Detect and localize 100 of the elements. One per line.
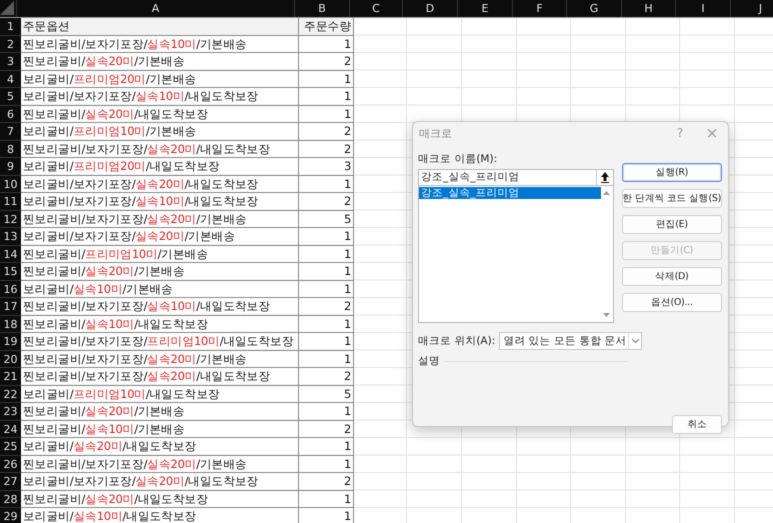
table-cell: 1 — [299, 36, 354, 53]
macro-name-field[interactable]: 강조_실속_프리미엄 — [418, 169, 614, 186]
table-cell: 찐보리굴비/실속20미/기본배송 — [21, 403, 299, 420]
dialog-button[interactable]: 실행(R) — [622, 163, 722, 182]
row-header[interactable]: 16 — [0, 280, 21, 298]
row-header[interactable]: 11 — [0, 193, 21, 210]
table-cell: 찐보리굴비/실속20미/내일도착보장 — [21, 490, 299, 508]
table-cell: 보리굴비/보자기포장/실속20미/내일도착보장 — [21, 473, 299, 490]
table-cell: 1 — [299, 403, 354, 420]
row-header[interactable]: 21 — [0, 368, 21, 386]
table-cell: 1 — [299, 228, 354, 246]
row-header[interactable]: 29 — [0, 508, 21, 523]
table-cell: 찐보리굴비/보자기포장/프리미엄10미/내일도착보장 — [21, 333, 299, 350]
table-cell: 2 — [299, 53, 354, 70]
table-cell: 1 — [299, 263, 354, 280]
table-cell: 2 — [299, 420, 354, 438]
table-header-cell: 주문옵션 — [21, 18, 299, 36]
row-header[interactable]: 17 — [0, 298, 21, 316]
row-header[interactable]: 2 — [0, 36, 21, 53]
row-header[interactable]: 6 — [0, 106, 21, 123]
table-cell: 보리굴비/프리미엄20미/내일도착보장 — [21, 158, 299, 176]
row-header[interactable]: 8 — [0, 140, 21, 158]
table-cell: 보리굴비/프리미엄20미/기본배송 — [21, 70, 299, 88]
table-cell: 3 — [299, 158, 354, 176]
table-cell: 찐보리굴비/보자기포장/실속10미/기본배송 — [21, 36, 299, 53]
dialog-button[interactable]: 삭제(D) — [622, 267, 722, 286]
scroll-down-icon[interactable] — [603, 313, 610, 317]
row-header[interactable]: 20 — [0, 350, 21, 368]
table-cell: 찐보리굴비/보자기포장/실속20미/기본배송 — [21, 350, 299, 368]
row-header[interactable]: 1 — [0, 18, 21, 36]
row-header[interactable]: 7 — [0, 123, 21, 140]
table-cell: 1 — [299, 438, 354, 456]
cancel-button[interactable]: 취소 — [672, 415, 722, 434]
table-cell: 찐보리굴비/보자기포장/실속20미/기본배송 — [21, 210, 299, 228]
table-cell: 찐보리굴비/실속10미/기본배송 — [21, 420, 299, 438]
row-header[interactable]: 5 — [0, 88, 21, 106]
table-cell: 5 — [299, 210, 354, 228]
row-header[interactable]: 13 — [0, 228, 21, 246]
column-header[interactable]: J — [731, 0, 773, 17]
table-cell: 1 — [299, 333, 354, 350]
scroll-up-icon[interactable] — [603, 191, 610, 195]
table-cell: 보리굴비/실속10미/내일도착보장 — [21, 508, 299, 523]
macro-location-dropdown[interactable]: 열려 있는 모든 통합 문서 — [499, 332, 642, 350]
row-header[interactable]: 10 — [0, 176, 21, 193]
row-header[interactable]: 27 — [0, 473, 21, 490]
table-cell: 찐보리굴비/보자기포장/실속10미/내일도착보장 — [21, 298, 299, 316]
table-cell: 2 — [299, 473, 354, 490]
row-header[interactable]: 24 — [0, 420, 21, 438]
table-cell: 2 — [299, 123, 354, 140]
chevron-down-icon — [632, 339, 639, 343]
macro-list-item[interactable]: 강조_실속_프리미엄 — [419, 187, 601, 199]
table-cell: 1 — [299, 508, 354, 523]
table-cell: 1 — [299, 70, 354, 88]
row-header[interactable]: 22 — [0, 386, 21, 403]
row-header[interactable]: 9 — [0, 158, 21, 176]
row-header[interactable]: 4 — [0, 70, 21, 88]
row-header[interactable]: 23 — [0, 403, 21, 420]
table-cell: 1 — [299, 280, 354, 298]
table-cell: 2 — [299, 298, 354, 316]
column-header[interactable]: D — [403, 0, 458, 17]
table-cell: 보리굴비/프리미엄10미/내일도착보장 — [21, 386, 299, 403]
table-cell: 보리굴비/실속10미/기본배송 — [21, 280, 299, 298]
table-cell: 보리굴비/보자기포장/실속20미/기본배송 — [21, 228, 299, 246]
table-cell: 찐보리굴비/실속10미/내일도착보장 — [21, 316, 299, 333]
row-header[interactable]: 18 — [0, 316, 21, 333]
column-header[interactable]: A — [17, 0, 295, 17]
column-header[interactable]: I — [676, 0, 731, 17]
table-cell: 찐보리굴비/실속20미/기본배송 — [21, 263, 299, 280]
row-header[interactable]: 12 — [0, 210, 21, 228]
table-cell: 보리굴비/보자기포장/실속10미/내일도착보장 — [21, 193, 299, 210]
table-cell: 2 — [299, 140, 354, 158]
table-cell: 2 — [299, 193, 354, 210]
dialog-title: 매크로 — [419, 126, 452, 140]
select-all-icon[interactable] — [0, 1, 14, 15]
dialog-button[interactable]: 옵션(O)... — [622, 293, 722, 312]
row-header[interactable]: 28 — [0, 490, 21, 508]
dialog-button[interactable]: 편집(E) — [622, 215, 722, 234]
table-cell: 찐보리굴비/보자기포장/실속20미/내일도착보장 — [21, 368, 299, 386]
column-header[interactable]: C — [350, 0, 403, 17]
column-header[interactable]: H — [622, 0, 676, 17]
table-cell: 보리굴비/보자기포장/실속20미/내일도착보장 — [21, 176, 299, 193]
table-cell: 1 — [299, 456, 354, 473]
column-header[interactable]: F — [513, 0, 567, 17]
column-header[interactable]: G — [567, 0, 622, 17]
row-header[interactable]: 26 — [0, 456, 21, 473]
table-cell: 찐보리굴비/프리미엄10미/기본배송 — [21, 246, 299, 263]
table-cell: 찐보리굴비/실속20미/내일도착보장 — [21, 106, 299, 123]
row-header[interactable]: 25 — [0, 438, 21, 456]
column-header[interactable]: E — [458, 0, 513, 17]
column-header[interactable]: B — [295, 0, 350, 17]
table-cell: 찐보리굴비/보자기포장/실속20미/기본배송 — [21, 456, 299, 473]
row-header[interactable]: 3 — [0, 53, 21, 70]
row-header[interactable]: 19 — [0, 333, 21, 350]
dialog-button[interactable]: 한 단계씩 코드 실행(S) — [622, 189, 722, 208]
row-header[interactable]: 15 — [0, 263, 21, 280]
table-cell: 1 — [299, 490, 354, 508]
up-arrow-icon — [600, 172, 609, 183]
table-cell: 보리굴비/실속20미/내일도착보장 — [21, 438, 299, 456]
table-cell: 찐보리굴비/실속20미/기본배송 — [21, 53, 299, 70]
row-header[interactable]: 14 — [0, 246, 21, 263]
